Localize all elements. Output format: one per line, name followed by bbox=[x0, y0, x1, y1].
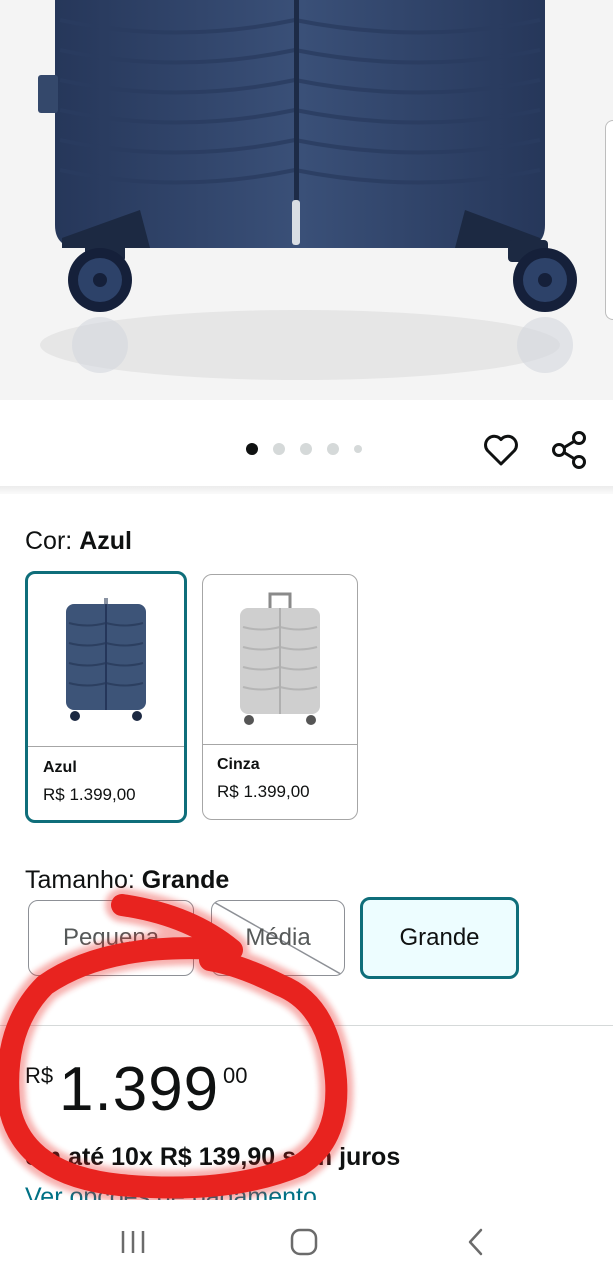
heart-outline-icon bbox=[484, 434, 518, 466]
color-option-name: Cinza bbox=[217, 756, 260, 773]
price-currency: R$ bbox=[25, 1063, 54, 1088]
section-divider bbox=[0, 1025, 613, 1026]
suitcase-photo-icon bbox=[0, 0, 613, 400]
home-button[interactable] bbox=[284, 1222, 324, 1262]
color-option-price: R$ 1.399,00 bbox=[217, 782, 310, 801]
home-icon bbox=[290, 1228, 318, 1256]
carousel-dot[interactable] bbox=[354, 445, 362, 453]
color-label-prefix: Cor: bbox=[25, 527, 80, 555]
size-option-label: Grande bbox=[399, 924, 480, 951]
carousel-dot[interactable] bbox=[273, 443, 285, 455]
back-button[interactable] bbox=[456, 1222, 496, 1262]
size-selected-value: Grande bbox=[141, 866, 230, 894]
color-option-cinza[interactable]: Cinza R$ 1.399,00 bbox=[202, 574, 358, 820]
share-icon bbox=[552, 431, 586, 469]
color-option-price: R$ 1.399,00 bbox=[43, 785, 136, 804]
color-swatch-image bbox=[28, 574, 184, 747]
product-image[interactable] bbox=[0, 0, 613, 400]
recent-apps-icon bbox=[121, 1231, 145, 1253]
image-scroll-handle[interactable] bbox=[605, 120, 613, 320]
carousel-dot[interactable] bbox=[327, 443, 339, 455]
color-option-name: Azul bbox=[43, 759, 77, 776]
color-selected-value: Azul bbox=[79, 527, 132, 555]
size-label: Tamanho: Grande bbox=[25, 866, 229, 895]
size-option-grande[interactable]: Grande bbox=[360, 897, 519, 979]
carousel-dot[interactable] bbox=[300, 443, 312, 455]
carousel-dot[interactable] bbox=[246, 443, 258, 455]
color-label: Cor: Azul bbox=[25, 527, 132, 556]
recent-apps-button[interactable] bbox=[113, 1222, 153, 1262]
installments-text: em até 10x R$ 139,90 sem juros bbox=[25, 1143, 401, 1171]
color-option-azul[interactable]: Azul R$ 1.399,00 bbox=[25, 571, 187, 823]
size-option-media[interactable]: Média bbox=[211, 900, 345, 976]
price-whole: 1.399 bbox=[59, 1055, 220, 1124]
size-label-prefix: Tamanho: bbox=[25, 866, 142, 894]
blue-suitcase-icon bbox=[66, 597, 146, 721]
color-swatch-image bbox=[203, 575, 357, 745]
section-divider bbox=[0, 486, 613, 494]
back-icon bbox=[468, 1228, 483, 1256]
size-option-label: Pequena bbox=[62, 924, 160, 951]
gray-suitcase-icon bbox=[240, 592, 320, 725]
share-button[interactable] bbox=[547, 428, 591, 472]
size-option-label: Média bbox=[245, 924, 311, 951]
carousel-dots[interactable] bbox=[246, 443, 362, 455]
size-option-pequena[interactable]: Pequena bbox=[28, 900, 194, 976]
wishlist-button[interactable] bbox=[479, 428, 523, 472]
price-fraction: 00 bbox=[223, 1063, 248, 1088]
